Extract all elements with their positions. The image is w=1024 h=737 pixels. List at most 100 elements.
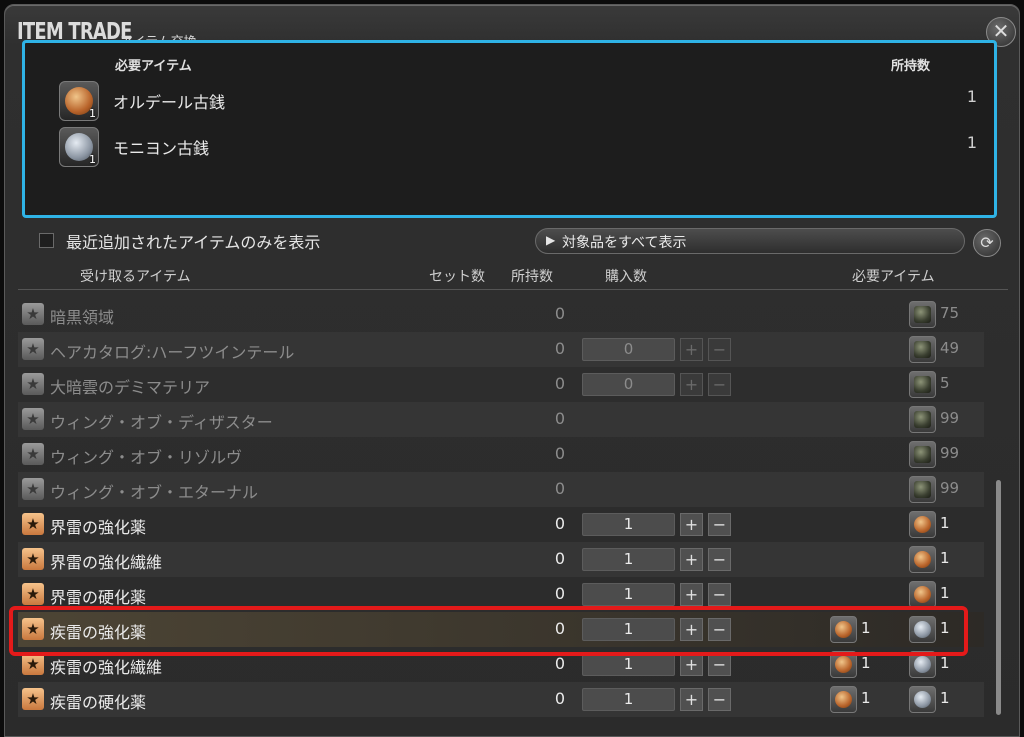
required-count: 99 bbox=[940, 409, 960, 427]
list-item[interactable]: ★ ウィング・オブ・エターナル 0 99 bbox=[18, 472, 984, 507]
minus-button[interactable]: − bbox=[708, 513, 731, 536]
recent-only-label[interactable]: 最近追加されたアイテムのみを表示 bbox=[66, 229, 320, 253]
item-name: ヘアカタログ:ハーフツインテール bbox=[50, 343, 295, 362]
item-owned: 0 bbox=[554, 584, 566, 603]
required-count: 1 bbox=[940, 549, 950, 567]
required-count: 1 bbox=[940, 514, 950, 532]
item-name: 疾雷の強化薬 bbox=[50, 623, 147, 642]
star-icon: ★ bbox=[22, 583, 44, 605]
required-count: 1 bbox=[861, 619, 871, 637]
currency-icon bbox=[909, 301, 936, 328]
required-count: 1 bbox=[861, 654, 871, 672]
star-icon: ★ bbox=[22, 513, 44, 535]
show-all-label: 対象品をすべて表示 bbox=[562, 235, 687, 251]
item-owned: 0 bbox=[554, 619, 566, 638]
list-item[interactable]: ★ 界雷の強化薬 0 1 + −1 bbox=[18, 507, 984, 542]
item-name: 疾雷の硬化薬 bbox=[50, 693, 147, 712]
quantity-input[interactable]: 1 bbox=[582, 548, 675, 571]
gold-coin-icon bbox=[909, 546, 936, 573]
required-items-header: 必要アイテム bbox=[115, 59, 192, 74]
required-count: 5 bbox=[940, 374, 950, 392]
list-item[interactable]: ★ 疾雷の強化薬 0 1 + −1 1 bbox=[18, 612, 984, 647]
plus-button[interactable]: + bbox=[680, 583, 703, 606]
list-scrollbar[interactable] bbox=[996, 480, 1001, 715]
silver-coin-icon bbox=[909, 686, 936, 713]
item-owned: 0 bbox=[554, 339, 566, 358]
currency-icon bbox=[909, 476, 936, 503]
required-count: 99 bbox=[940, 479, 960, 497]
list-item[interactable]: ★ 界雷の強化繊維 0 1 + −1 bbox=[18, 542, 984, 577]
item-name: ウィング・オブ・エターナル bbox=[50, 483, 259, 502]
item-name: 界雷の強化薬 bbox=[50, 518, 147, 537]
item-owned: 0 bbox=[554, 374, 566, 393]
required-item-name: オルデール古銭 bbox=[113, 93, 226, 112]
list-item[interactable]: ★ 暗黒領域 0 75 bbox=[18, 297, 984, 332]
minus-button[interactable]: − bbox=[708, 583, 731, 606]
required-item-row[interactable]: 1 オルデール古銭 1 bbox=[55, 79, 985, 123]
item-owned: 0 bbox=[554, 549, 566, 568]
minus-button[interactable]: − bbox=[708, 618, 731, 641]
plus-button[interactable]: + bbox=[680, 338, 703, 361]
item-owned: 0 bbox=[554, 514, 566, 533]
list-item[interactable]: ★ ウィング・オブ・ディザスター 0 99 bbox=[18, 402, 984, 437]
item-owned: 0 bbox=[554, 409, 566, 428]
required-count: 1 bbox=[861, 689, 871, 707]
gold-coin-icon bbox=[830, 686, 857, 713]
item-owned: 0 bbox=[554, 444, 566, 463]
show-all-button[interactable]: ▶ 対象品をすべて表示 bbox=[535, 228, 965, 254]
header-divider bbox=[18, 289, 1008, 290]
currency-icon bbox=[909, 441, 936, 468]
stack-count: 1 bbox=[89, 153, 96, 166]
quantity-input[interactable]: 0 bbox=[582, 373, 675, 396]
list-item[interactable]: ★ 大暗雲のデミマテリア 0 0 + −5 bbox=[18, 367, 984, 402]
plus-button[interactable]: + bbox=[680, 653, 703, 676]
minus-button[interactable]: − bbox=[708, 373, 731, 396]
list-item[interactable]: ★ 界雷の硬化薬 0 1 + −1 bbox=[18, 577, 984, 612]
plus-button[interactable]: + bbox=[680, 373, 703, 396]
quantity-input[interactable]: 1 bbox=[582, 583, 675, 606]
column-header-set: セット数 bbox=[429, 269, 485, 285]
quantity-input[interactable]: 1 bbox=[582, 688, 675, 711]
required-count: 1 bbox=[940, 584, 950, 602]
star-icon: ★ bbox=[22, 618, 44, 640]
required-item-row[interactable]: 1 モニヨン古銭 1 bbox=[55, 125, 985, 169]
star-icon: ★ bbox=[22, 443, 44, 465]
gold-coin-icon bbox=[830, 616, 857, 643]
silver-coin-icon bbox=[909, 616, 936, 643]
trade-item-list: ★ 暗黒領域 0 75 ★ ヘアカタログ:ハーフツインテール 0 0 + −49 ★ 大暗雲のデミマテ… bbox=[18, 297, 986, 717]
minus-button[interactable]: − bbox=[708, 548, 731, 571]
quantity-input[interactable]: 1 bbox=[582, 513, 675, 536]
currency-icon bbox=[909, 336, 936, 363]
refresh-button[interactable]: ⟳ bbox=[973, 229, 1001, 257]
item-name: ウィング・オブ・リゾルヴ bbox=[50, 448, 243, 467]
item-owned: 0 bbox=[554, 479, 566, 498]
plus-button[interactable]: + bbox=[680, 548, 703, 571]
quantity-input[interactable]: 0 bbox=[582, 338, 675, 361]
play-triangle-icon: ▶ bbox=[546, 233, 556, 247]
item-name: ウィング・オブ・ディザスター bbox=[50, 413, 273, 432]
list-item[interactable]: ★ 疾雷の硬化薬 0 1 + −1 1 bbox=[18, 682, 984, 717]
gold-coin-icon bbox=[909, 511, 936, 538]
item-name: 大暗雲のデミマテリア bbox=[50, 378, 211, 397]
plus-button[interactable]: + bbox=[680, 618, 703, 641]
minus-button[interactable]: − bbox=[708, 653, 731, 676]
owned-header: 所持数 bbox=[891, 59, 931, 74]
list-item[interactable]: ★ 疾雷の強化繊維 0 1 + −1 1 bbox=[18, 647, 984, 682]
recent-only-checkbox[interactable] bbox=[39, 233, 54, 248]
minus-button[interactable]: − bbox=[708, 688, 731, 711]
list-item[interactable]: ★ ウィング・オブ・リゾルヴ 0 99 bbox=[18, 437, 984, 472]
column-header-item: 受け取るアイテム bbox=[80, 269, 191, 285]
required-items-panel: 必要アイテム 所持数 1 オルデール古銭 1 1 モニヨン古銭 1 bbox=[22, 40, 997, 218]
list-item[interactable]: ★ ヘアカタログ:ハーフツインテール 0 0 + −49 bbox=[18, 332, 984, 367]
column-header-required: 必要アイテム bbox=[852, 269, 935, 285]
quantity-input[interactable]: 1 bbox=[582, 653, 675, 676]
star-icon: ★ bbox=[22, 548, 44, 570]
item-owned: 0 bbox=[554, 654, 566, 673]
quantity-input[interactable]: 1 bbox=[582, 618, 675, 641]
plus-button[interactable]: + bbox=[680, 688, 703, 711]
required-item-owned: 1 bbox=[966, 133, 977, 152]
minus-button[interactable]: − bbox=[708, 338, 731, 361]
plus-button[interactable]: + bbox=[680, 513, 703, 536]
star-icon: ★ bbox=[22, 408, 44, 430]
gold-coin-icon bbox=[909, 581, 936, 608]
